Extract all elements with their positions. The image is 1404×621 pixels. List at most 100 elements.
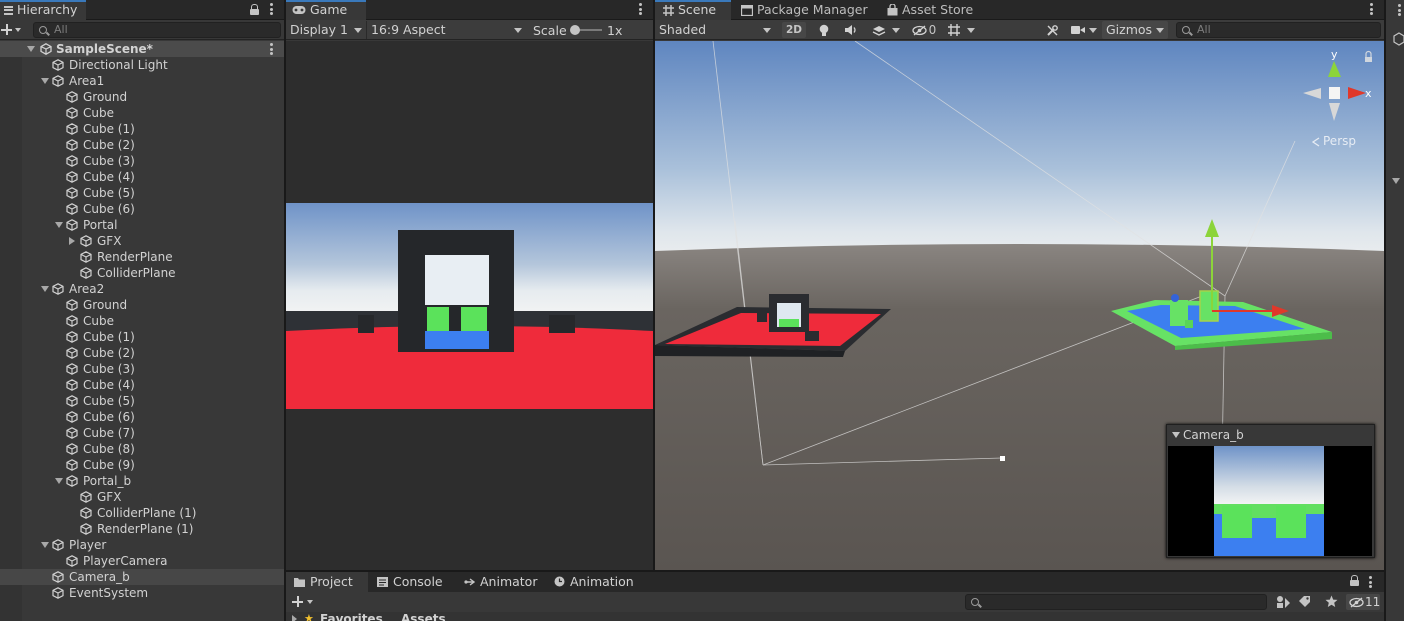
search-by-type-icon[interactable]	[1276, 595, 1291, 609]
camera-preview-window[interactable]: Camera_b	[1166, 424, 1375, 558]
game-more-options-icon[interactable]	[637, 2, 643, 16]
tab-animation[interactable]: Animation	[546, 572, 642, 592]
hierarchy-item-label: EventSystem	[69, 586, 149, 600]
hierarchy-item[interactable]: ColliderPlane (1)	[0, 505, 284, 521]
add-object-button[interactable]	[1, 22, 23, 38]
tab-animator[interactable]: Animator	[456, 572, 545, 592]
game-viewport[interactable]	[286, 41, 653, 570]
toggle-2d-button[interactable]: 2D	[782, 22, 806, 38]
camera-settings-button[interactable]	[1068, 22, 1100, 38]
tab-console[interactable]: Console	[369, 572, 451, 592]
hierarchy-item[interactable]: Cube (5)	[0, 185, 284, 201]
hierarchy-item[interactable]: Area1	[0, 73, 284, 89]
hierarchy-item[interactable]: Ground	[0, 297, 284, 313]
tab-scene[interactable]: Scene	[655, 0, 731, 20]
search-icon	[971, 598, 979, 606]
favorites-fold-icon[interactable]	[292, 615, 297, 621]
lock-icon[interactable]	[250, 4, 259, 15]
gizmos-dropdown[interactable]: Gizmos	[1102, 21, 1168, 39]
favorites-label[interactable]: Favorites	[320, 613, 383, 621]
hierarchy-item[interactable]: Cube (6)	[0, 201, 284, 217]
hierarchy-item[interactable]: Cube (2)	[0, 137, 284, 153]
audio-toggle-button[interactable]	[841, 22, 861, 38]
hierarchy-search-input[interactable]: All	[33, 22, 281, 38]
more-options-icon[interactable]	[268, 2, 274, 16]
scene-root-row[interactable]: SampleScene*	[0, 41, 284, 57]
hierarchy-item[interactable]: Player	[0, 537, 284, 553]
assets-breadcrumb[interactable]: Assets	[401, 613, 446, 621]
fold-arrow-right-icon[interactable]	[69, 237, 75, 245]
hierarchy-item[interactable]: Cube (3)	[0, 361, 284, 377]
project-more-options-icon[interactable]	[1367, 575, 1373, 589]
persp-label[interactable]: Persp	[1323, 134, 1356, 148]
scale-slider-handle[interactable]	[570, 25, 580, 35]
effects-dropdown-button[interactable]	[867, 22, 905, 38]
hierarchy-item[interactable]: Cube (2)	[0, 345, 284, 361]
inspector-more-options-icon[interactable]	[1396, 3, 1402, 17]
hierarchy-item[interactable]: Cube (4)	[0, 377, 284, 393]
hierarchy-item[interactable]: Directional Light	[0, 57, 284, 73]
display-dropdown[interactable]: Display 1	[286, 21, 366, 39]
frustum-handle[interactable]	[1000, 456, 1005, 461]
hierarchy-item[interactable]: GFX	[0, 233, 284, 249]
favorite-star-icon[interactable]	[1325, 595, 1338, 608]
hierarchy-item[interactable]: ColliderPlane	[0, 265, 284, 281]
tag-icon[interactable]	[1298, 595, 1311, 608]
tab-game[interactable]: Game	[286, 0, 366, 20]
scene-search-input[interactable]: All	[1176, 22, 1381, 38]
hierarchy-item[interactable]: PlayerCamera	[0, 553, 284, 569]
hierarchy-item[interactable]: Cube (6)	[0, 409, 284, 425]
hierarchy-item[interactable]: Area2	[0, 281, 284, 297]
grid-dropdown-button[interactable]	[943, 22, 979, 38]
inspector-fold-icon[interactable]	[1392, 178, 1400, 184]
hierarchy-item[interactable]: GFX	[0, 489, 284, 505]
fold-arrow-icon[interactable]	[27, 46, 35, 52]
hierarchy-item[interactable]: Portal	[0, 217, 284, 233]
tab-project[interactable]: Project	[286, 572, 368, 592]
tools-button[interactable]	[1042, 22, 1062, 38]
scale-slider[interactable]	[570, 25, 602, 35]
hierarchy-item-label: ColliderPlane (1)	[97, 506, 197, 520]
tab-hierarchy[interactable]: Hierarchy	[0, 0, 86, 20]
hierarchy-item[interactable]: EventSystem	[0, 585, 284, 601]
scene-more-options-icon[interactable]	[1368, 2, 1374, 16]
game-portal-view-cube-left	[427, 307, 449, 331]
hierarchy-item[interactable]: Camera_b	[0, 569, 284, 585]
fold-arrow-down-icon[interactable]	[55, 478, 63, 484]
project-lock-icon[interactable]	[1350, 575, 1359, 586]
hierarchy-item[interactable]: Cube (5)	[0, 393, 284, 409]
gameobject-cube-icon	[80, 491, 92, 503]
console-icon	[377, 577, 388, 587]
scene-options-icon[interactable]	[268, 42, 274, 56]
aspect-dropdown[interactable]: 16:9 Aspect	[366, 21, 526, 39]
hierarchy-item-label: PlayerCamera	[83, 554, 168, 568]
hierarchy-item[interactable]: Cube	[0, 313, 284, 329]
hierarchy-item[interactable]: Cube	[0, 105, 284, 121]
hierarchy-item[interactable]: Cube (7)	[0, 425, 284, 441]
hierarchy-item-label: Area1	[69, 74, 105, 88]
hidden-objects-toggle[interactable]: 0	[909, 22, 939, 38]
project-add-button[interactable]	[292, 595, 316, 609]
lighting-toggle-button[interactable]	[814, 22, 834, 38]
project-search-input[interactable]	[965, 594, 1267, 610]
hierarchy-item[interactable]: Cube (1)	[0, 121, 284, 137]
hierarchy-item[interactable]: Cube (1)	[0, 329, 284, 345]
scene-viewport[interactable]: y x Persp Camera_b	[655, 41, 1384, 570]
hierarchy-item[interactable]: Cube (3)	[0, 153, 284, 169]
hierarchy-item[interactable]: RenderPlane (1)	[0, 521, 284, 537]
tab-asset-store[interactable]: Asset Store	[879, 0, 981, 20]
fold-arrow-down-icon[interactable]	[55, 222, 63, 228]
fold-arrow-down-icon[interactable]	[41, 286, 49, 292]
hierarchy-item[interactable]: RenderPlane	[0, 249, 284, 265]
hierarchy-item[interactable]: Cube (9)	[0, 457, 284, 473]
fold-arrow-down-icon[interactable]	[41, 542, 49, 548]
shading-mode-dropdown[interactable]: Shaded	[655, 21, 775, 39]
tab-package-manager[interactable]: Package Manager	[733, 0, 876, 20]
hierarchy-item[interactable]: Ground	[0, 89, 284, 105]
hierarchy-item[interactable]: Cube (4)	[0, 169, 284, 185]
preview-collapse-icon[interactable]	[1172, 432, 1180, 438]
project-hidden-toggle[interactable]: 11	[1346, 594, 1380, 610]
fold-arrow-down-icon[interactable]	[41, 78, 49, 84]
hierarchy-item[interactable]: Cube (8)	[0, 441, 284, 457]
hierarchy-item[interactable]: Portal_b	[0, 473, 284, 489]
